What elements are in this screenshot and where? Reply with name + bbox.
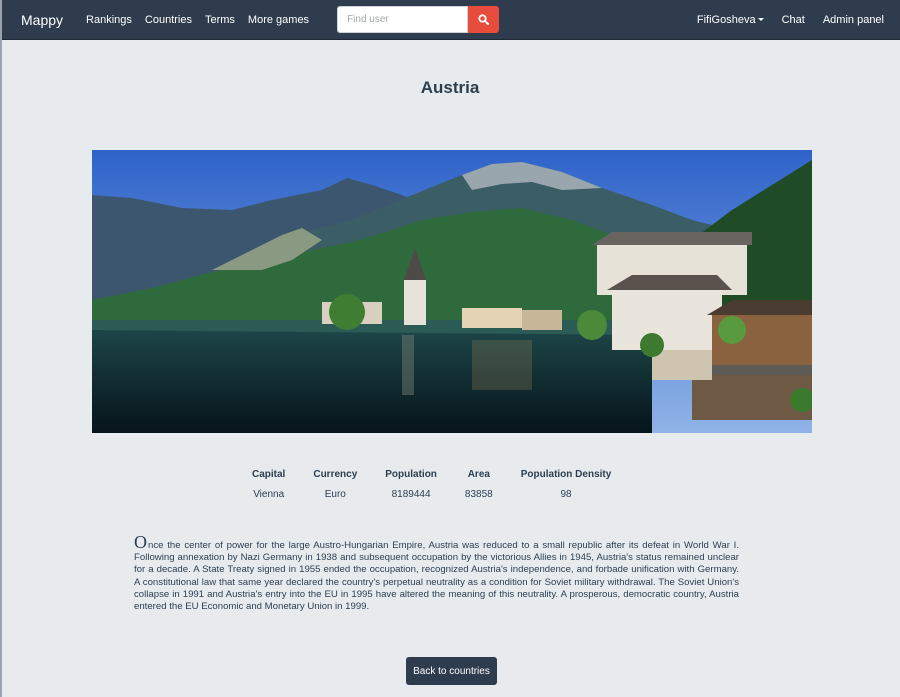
- page-title: Austria: [420, 78, 480, 97]
- nav-link-terms[interactable]: Terms: [205, 14, 235, 26]
- caret-down-icon: [757, 18, 764, 22]
- country-description: Once the center of power for the large A…: [134, 533, 739, 613]
- brand-logo[interactable]: Mappy: [21, 12, 63, 28]
- nav-link-admin-panel[interactable]: Admin panel: [823, 14, 884, 26]
- header-currency: Currency: [313, 468, 358, 480]
- nav-link-rankings[interactable]: Rankings: [86, 14, 132, 26]
- country-info-table: Capital Currency Population Area Populat…: [238, 467, 625, 501]
- landscape-image: [92, 150, 812, 433]
- info-header-row: Capital Currency Population Area Populat…: [238, 467, 625, 481]
- drop-cap: O: [134, 532, 147, 552]
- user-search: [337, 6, 500, 33]
- nav-link-countries[interactable]: Countries: [145, 14, 192, 26]
- value-area: 83858: [464, 489, 493, 500]
- header-area: Area: [467, 468, 490, 480]
- nav-link-more-games[interactable]: More games: [248, 14, 309, 26]
- value-population-density: 98: [560, 489, 572, 500]
- page-left-border: [0, 0, 2, 697]
- header-capital: Capital: [252, 468, 286, 480]
- user-menu-label: FifiGosheva: [696, 13, 756, 26]
- value-population: 8189444: [391, 489, 431, 500]
- nav-link-chat[interactable]: Chat: [782, 14, 805, 26]
- value-capital: Vienna: [253, 489, 285, 500]
- value-currency: Euro: [324, 489, 346, 500]
- top-navbar: Mappy Rankings Countries Terms More game…: [2, 0, 900, 40]
- back-to-countries-button[interactable]: Back to countries: [406, 657, 497, 685]
- country-photo: [92, 150, 812, 433]
- navbar-right: FifiGosheva Chat Admin panel: [679, 14, 884, 26]
- search-input[interactable]: [337, 6, 469, 33]
- description-text: nce the center of power for the large Au…: [134, 540, 739, 613]
- search-button[interactable]: [468, 6, 500, 33]
- info-value-row: Vienna Euro 8189444 83858 98: [238, 481, 625, 500]
- user-menu[interactable]: FifiGosheva: [697, 14, 764, 26]
- header-population-density: Population Density: [520, 468, 612, 480]
- search-icon: [478, 14, 490, 25]
- header-population: Population: [385, 468, 437, 480]
